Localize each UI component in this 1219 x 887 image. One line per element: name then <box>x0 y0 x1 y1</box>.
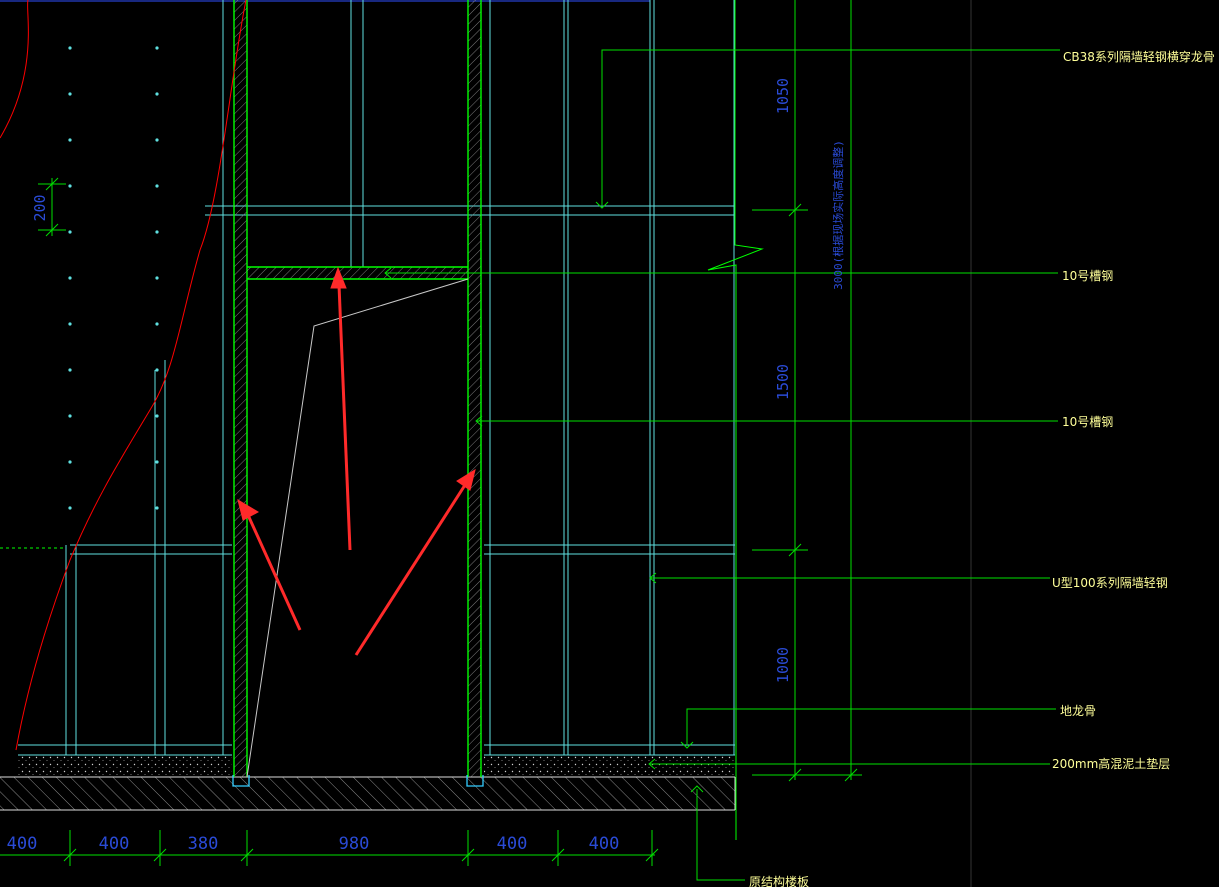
cad-drawing-canvas: 400 400 380 980 400 400 200 1050 1500 10… <box>0 0 1215 887</box>
masonry-dot <box>68 138 72 142</box>
dim-bottom-5: 400 <box>497 834 528 854</box>
masonry-dot <box>155 276 159 280</box>
label-cb38-keel: CB38系列隔墙轻钢横穿龙骨 <box>1063 49 1215 64</box>
dim-left-200: 200 <box>31 194 49 221</box>
dim-right-1000: 1000 <box>774 647 792 683</box>
masonry-dot <box>68 276 72 280</box>
masonry-dot <box>68 230 72 234</box>
dim-bottom-1: 400 <box>7 834 38 854</box>
masonry-dot <box>155 414 159 418</box>
masonry-dot <box>155 506 159 510</box>
masonry-dot <box>155 368 159 372</box>
masonry-dot <box>68 368 72 372</box>
masonry-dot <box>155 46 159 50</box>
keel-grid <box>18 0 735 755</box>
dim-bottom-6: 400 <box>589 834 620 854</box>
masonry-dot <box>155 184 159 188</box>
door-swing-line <box>246 278 469 778</box>
label-channel-upper: 10号槽钢 <box>1062 269 1113 283</box>
masonry-dot <box>155 92 159 96</box>
dim-bottom-3: 380 <box>188 834 219 854</box>
masonry-dot <box>68 322 72 326</box>
masonry-dot <box>68 506 72 510</box>
masonry-dot <box>155 460 159 464</box>
structural-slab <box>0 777 735 810</box>
label-u100-steel: U型100系列隔墙轻钢 <box>1052 576 1168 590</box>
red-arrow-center <box>330 266 352 551</box>
red-arrow-right <box>354 468 476 656</box>
label-concrete-pad: 200mm高混泥土垫层 <box>1052 756 1170 771</box>
masonry-dot <box>155 322 159 326</box>
dim-right-1050: 1050 <box>774 78 792 114</box>
break-symbol <box>707 238 764 280</box>
section-break-curve <box>0 0 247 751</box>
left-channel-column <box>233 0 248 777</box>
label-floor-keel: 地龙骨 <box>1060 704 1096 718</box>
masonry-dots <box>68 46 159 510</box>
concrete-pad-right <box>484 755 735 777</box>
dim-bottom-2: 400 <box>99 834 130 854</box>
masonry-dot <box>155 138 159 142</box>
label-channel-mid: 10号槽钢 <box>1062 415 1113 429</box>
dim-right-1500: 1500 <box>774 364 792 400</box>
masonry-dot <box>68 92 72 96</box>
masonry-dot <box>155 230 159 234</box>
masonry-dot <box>68 460 72 464</box>
dim-total-height: 3000(根据现场实际高度调整) <box>831 140 845 290</box>
right-dimension-lines <box>752 0 862 782</box>
masonry-dot <box>68 184 72 188</box>
label-structural-slab: 原结构楼板 <box>749 874 809 887</box>
dim-bottom-4: 980 <box>339 834 370 854</box>
frame-lines <box>0 0 972 887</box>
right-channel-column <box>467 0 482 777</box>
masonry-dot <box>68 414 72 418</box>
masonry-dot <box>68 46 72 50</box>
concrete-pad-left <box>18 755 232 777</box>
